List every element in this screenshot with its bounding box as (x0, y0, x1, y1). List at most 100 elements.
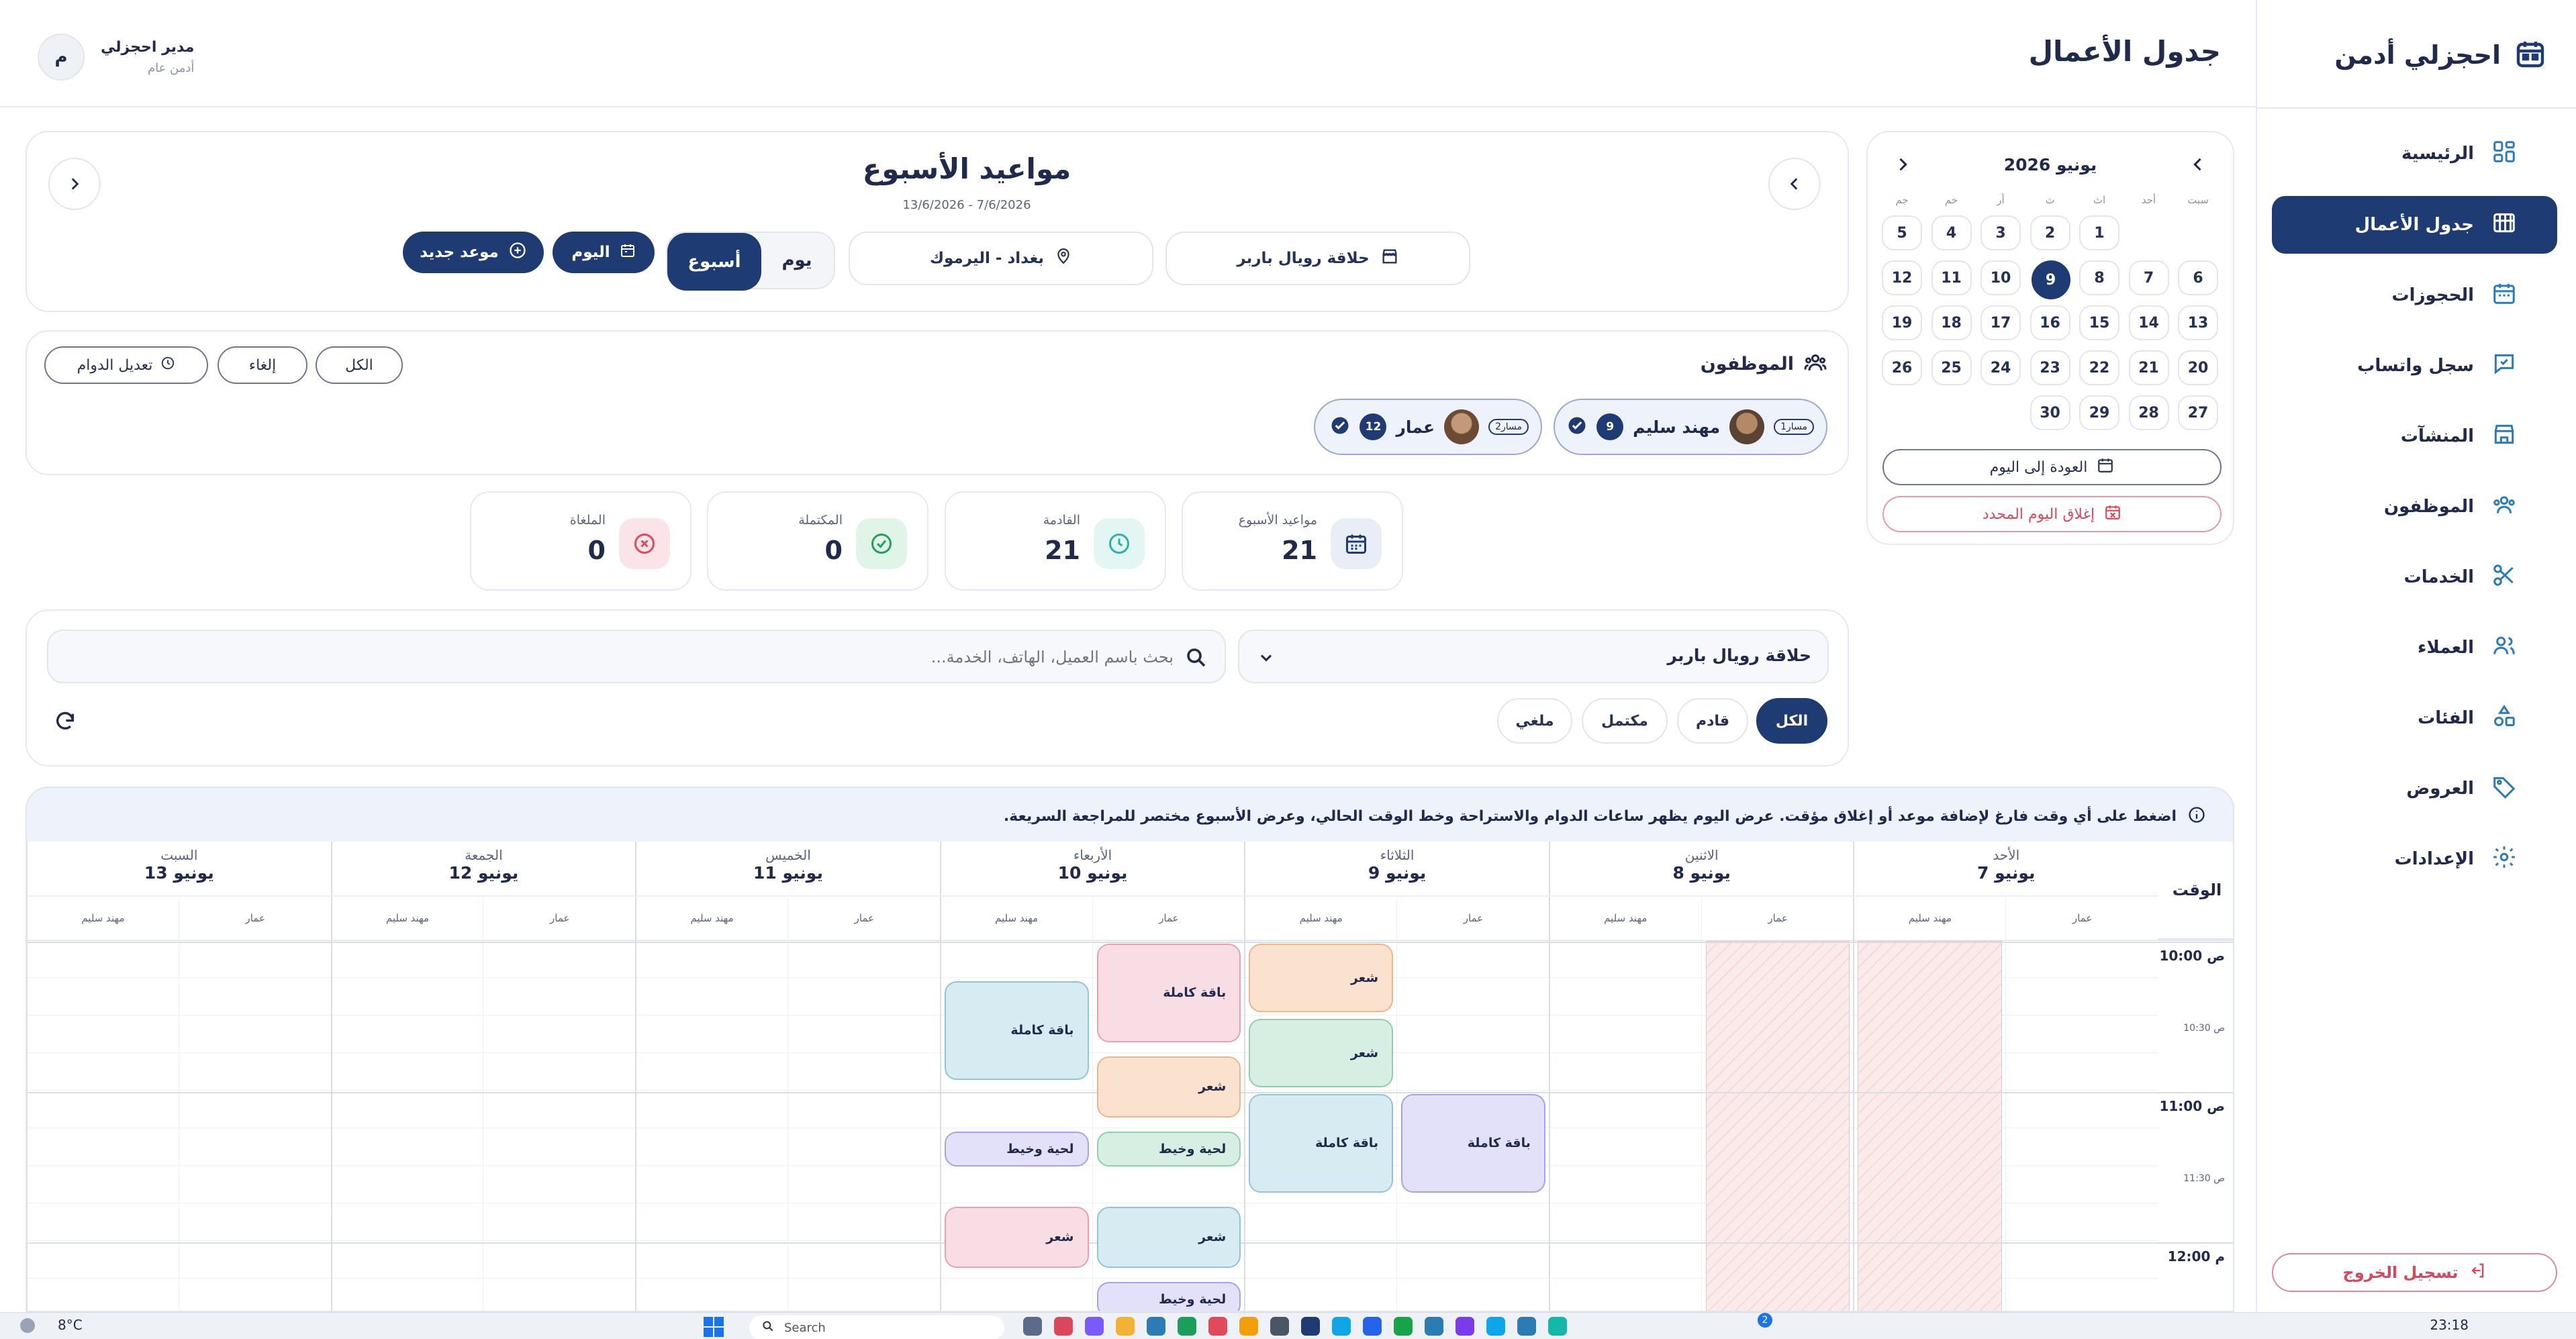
sidebar-item-store[interactable]: المنشآت (2272, 407, 2557, 465)
taskbar-app-icon[interactable] (1054, 1317, 1073, 1336)
sidebar-item-chat[interactable]: سجل واتساب (2272, 337, 2557, 395)
calendar-day[interactable]: 9 (2031, 260, 2070, 299)
view-week-button[interactable]: أسبوع (667, 233, 761, 291)
sidebar-item-customers[interactable]: العملاء (2272, 619, 2557, 677)
taskbar-app-icon[interactable] (1486, 1317, 1505, 1336)
calendar-day[interactable]: 6 (2178, 260, 2218, 295)
refresh-button[interactable] (54, 710, 77, 736)
venue-chip[interactable]: حلاقة رويال باربر (1165, 232, 1470, 285)
calendar-day[interactable]: 22 (2079, 350, 2119, 385)
calendar-day[interactable]: 29 (2079, 395, 2119, 430)
taskbar-app-icon[interactable] (1239, 1317, 1258, 1336)
taskbar-app-icon[interactable] (1548, 1317, 1567, 1336)
appointment-card[interactable]: لحية وخيط (1096, 1132, 1241, 1167)
logout-button[interactable]: تسجيل الخروج (2272, 1253, 2557, 1292)
appointment-card[interactable]: شعر (944, 1207, 1089, 1268)
calendar-day[interactable]: 19 (1882, 305, 1922, 340)
calendar-day[interactable]: 1 (2079, 215, 2119, 250)
brand[interactable]: احجزلي أدمن (2334, 38, 2546, 72)
calendar-day[interactable]: 11 (1931, 260, 1972, 295)
calendar-day[interactable]: 27 (2178, 395, 2218, 430)
sidebar-item-categories[interactable]: الفئات (2272, 689, 2557, 747)
employee-chip[interactable]: مسار2 عمار 12 (1314, 399, 1542, 455)
prev-week-button[interactable] (48, 158, 101, 210)
taskbar-app-icon[interactable] (1394, 1317, 1413, 1336)
appointment-card[interactable]: باقة كاملة (1401, 1094, 1545, 1193)
taskbar-app-icon[interactable] (1270, 1317, 1289, 1336)
sidebar-item-dashboard[interactable]: الرئيسية (2272, 125, 2557, 183)
sidebar-item-gear[interactable]: الإعدادات (2272, 830, 2557, 888)
calendar-day[interactable]: 20 (2178, 350, 2218, 385)
appointment-card[interactable]: شعر (1249, 944, 1394, 1012)
new-appointment-button[interactable]: موعد جديد (403, 232, 544, 273)
edit-hours-button[interactable]: تعديل الدوام (44, 346, 208, 384)
status-all-button[interactable]: الكل (1756, 698, 1827, 744)
back-to-today-button[interactable]: العودة إلى اليوم (1882, 449, 2222, 485)
taskbar-app-icon[interactable] (1147, 1317, 1165, 1336)
calendar-day[interactable]: 8 (2079, 260, 2119, 295)
calendar-day[interactable]: 23 (2030, 350, 2070, 385)
employee-chip[interactable]: مسار1 مهند سليم 9 (1554, 399, 1827, 455)
calendar-day[interactable]: 14 (2128, 305, 2169, 340)
taskbar-app-icon[interactable] (1332, 1317, 1351, 1336)
blocked-slot[interactable] (1705, 941, 1850, 1311)
today-button[interactable]: اليوم (553, 232, 655, 273)
appointment-card[interactable]: لحية وخيط (1096, 1282, 1241, 1311)
taskbar-app-icon[interactable] (1116, 1317, 1135, 1336)
calendar-day[interactable]: 21 (2128, 350, 2169, 385)
calendar-day[interactable]: 10 (1981, 260, 2021, 295)
calendar-day[interactable]: 25 (1931, 350, 1972, 385)
calendar-day[interactable]: 28 (2128, 395, 2169, 430)
appointment-card[interactable]: شعر (1249, 1019, 1394, 1087)
calendar-day[interactable]: 16 (2030, 305, 2070, 340)
taskbar-app-icon[interactable] (1456, 1317, 1474, 1336)
sidebar-item-staff[interactable]: الموظفون (2272, 478, 2557, 536)
calendar-day[interactable]: 3 (1981, 215, 2021, 250)
appointment-card[interactable]: شعر (1096, 1056, 1241, 1118)
calendar-day[interactable]: 26 (1882, 350, 1922, 385)
close-day-button[interactable]: إغلاق اليوم المحدد (1882, 496, 2222, 532)
appointment-card[interactable]: شعر (1096, 1207, 1241, 1268)
taskbar-app-icon[interactable] (1517, 1317, 1536, 1336)
calendar-day[interactable]: 17 (1981, 305, 2021, 340)
sidebar-item-tag[interactable]: العروض (2272, 760, 2557, 817)
appointment-card[interactable]: باقة كاملة (1249, 1094, 1394, 1193)
calendar-day[interactable]: 4 (1931, 215, 1972, 250)
venue-select[interactable]: حلاقة رويال باربر (1238, 630, 1829, 683)
calendar-day[interactable]: 30 (2030, 395, 2070, 430)
taskbar-app-icon[interactable] (1301, 1317, 1320, 1336)
sidebar-item-calendar[interactable]: الحجوزات (2272, 266, 2557, 324)
blocked-slot[interactable] (1858, 941, 2003, 1311)
sidebar-item-scissors[interactable]: الخدمات (2272, 548, 2557, 606)
taskbar-app-icon[interactable] (1425, 1317, 1443, 1336)
sidebar-item-schedule[interactable]: جدول الأعمال (2272, 196, 2557, 254)
taskbar-app-icon[interactable] (1085, 1317, 1104, 1336)
taskbar-app-icon[interactable] (1208, 1317, 1227, 1336)
appointment-card[interactable]: لحية وخيط (944, 1132, 1089, 1167)
status-cancelled-button[interactable]: ملغي (1497, 698, 1572, 744)
taskbar-app-icon[interactable] (1178, 1317, 1196, 1336)
view-day-button[interactable]: يوم (760, 233, 834, 288)
calendar-day[interactable]: 5 (1882, 215, 1922, 250)
user-menu[interactable]: م مدير احجزلي أدمن عام (38, 34, 194, 81)
next-week-button[interactable] (1768, 158, 1821, 210)
appointment-card[interactable]: باقة كاملة (1096, 944, 1241, 1042)
taskbar-app-icon[interactable] (1023, 1317, 1042, 1336)
start-button[interactable] (704, 1317, 724, 1337)
appointment-card[interactable]: باقة كاملة (944, 981, 1089, 1080)
taskbar-app-icon[interactable] (1363, 1317, 1382, 1336)
location-chip[interactable]: بغداد - اليرموك (849, 232, 1153, 285)
search-box[interactable] (47, 630, 1226, 683)
calendar-day[interactable]: 13 (2178, 305, 2218, 340)
status-completed-button[interactable]: مكتمل (1582, 698, 1668, 744)
calendar-day[interactable]: 24 (1981, 350, 2021, 385)
filter-cancel-button[interactable]: إلغاء (218, 346, 307, 384)
calendar-day[interactable]: 7 (2128, 260, 2169, 295)
filter-all-button[interactable]: الكل (316, 346, 403, 384)
calendar-day[interactable]: 2 (2030, 215, 2070, 250)
calendar-day[interactable]: 12 (1882, 260, 1922, 295)
calendar-day[interactable]: 18 (1931, 305, 1972, 340)
taskbar-search[interactable]: Search (749, 1316, 1004, 1339)
search-input[interactable] (99, 640, 1174, 674)
status-upcoming-button[interactable]: قادم (1677, 698, 1748, 744)
